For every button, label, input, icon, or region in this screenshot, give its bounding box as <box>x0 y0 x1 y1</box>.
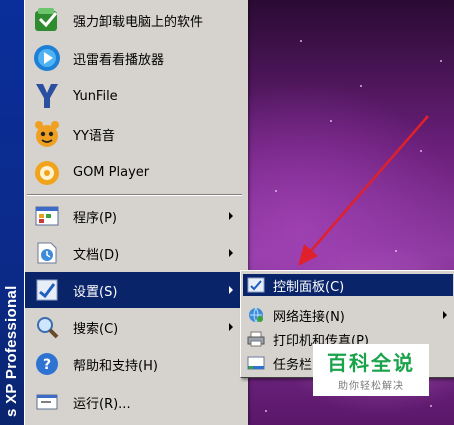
watermark-title: 百科全说 <box>327 351 415 375</box>
watermark: 百科全说 助你轻松解决 <box>313 344 429 396</box>
watermark-subtitle: 助你轻松解决 <box>338 381 404 392</box>
